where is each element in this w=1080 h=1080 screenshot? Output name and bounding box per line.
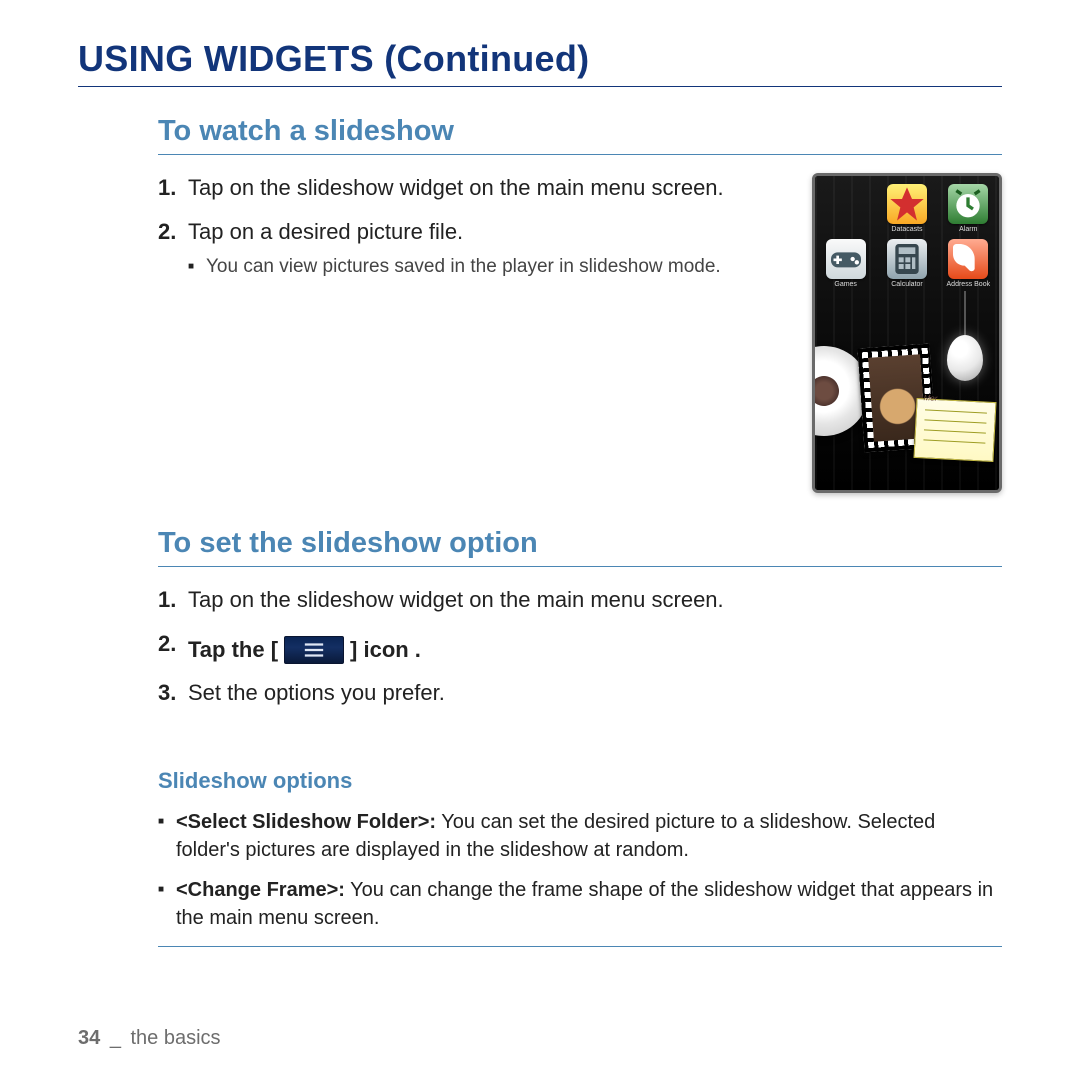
star-icon bbox=[887, 184, 927, 224]
section-set-title: To set the slideshow option bbox=[158, 527, 1002, 567]
gamepad-icon bbox=[826, 239, 866, 279]
watch-step-1: Tap on the slideshow widget on the main … bbox=[158, 173, 788, 203]
footer-sep: _ bbox=[110, 1027, 121, 1049]
watch-step-2-text: Tap on a desired picture file. bbox=[188, 219, 463, 244]
device-app-datacasts-label: Datacasts bbox=[891, 226, 922, 233]
content-container: To watch a slideshow Tap on the slidesho… bbox=[78, 115, 1002, 947]
device-app-games-label: Games bbox=[834, 281, 857, 288]
device-app-grid: Datacasts Alarm Games bbox=[815, 184, 999, 288]
device-app-alarm-label: Alarm bbox=[959, 226, 977, 233]
options-divider bbox=[158, 946, 1002, 947]
set-step-3: Set the options you prefer. bbox=[158, 678, 1002, 708]
options-list: <Select Slideshow Folder>: You can set t… bbox=[158, 808, 1002, 932]
addressbook-icon bbox=[948, 239, 988, 279]
device-app-addressbook: Address Book bbox=[941, 239, 995, 288]
option-select-folder-name: <Select Slideshow Folder>: bbox=[176, 811, 436, 833]
set-step-2-before: Tap the [ bbox=[188, 635, 278, 665]
watch-step-1-text: Tap on the slideshow widget on the main … bbox=[188, 175, 724, 200]
section-watch-text: Tap on the slideshow widget on the main … bbox=[158, 173, 788, 493]
footer-label: the basics bbox=[131, 1027, 221, 1049]
section-watch-title: To watch a slideshow bbox=[158, 115, 1002, 155]
alarm-icon bbox=[948, 184, 988, 224]
menu-icon bbox=[284, 636, 344, 664]
memo-tag: Mer bbox=[923, 393, 937, 403]
device-illustration: Datacasts Alarm Games bbox=[812, 173, 1002, 493]
device-app-addressbook-label: Address Book bbox=[947, 281, 991, 288]
set-step-2: Tap the [ ] icon. bbox=[158, 629, 1002, 665]
device-app-datacasts: Datacasts bbox=[880, 184, 934, 233]
watch-step-2-sub-1: You can view pictures saved in the playe… bbox=[188, 254, 788, 280]
set-step-2-after: ] icon bbox=[350, 635, 409, 665]
calculator-icon bbox=[887, 239, 927, 279]
option-change-frame: <Change Frame>: You can change the frame… bbox=[158, 876, 1002, 932]
set-step-3-text: Set the options you prefer. bbox=[188, 680, 445, 705]
set-step-1-text: Tap on the slideshow widget on the main … bbox=[188, 587, 724, 612]
device-app-calculator: Calculator bbox=[880, 239, 934, 288]
device-app-games: Games bbox=[819, 239, 873, 288]
watch-step-2-sublist: You can view pictures saved in the playe… bbox=[188, 254, 788, 280]
page-footer: 34 _ the basics bbox=[78, 1027, 221, 1050]
watch-step-2: Tap on a desired picture file. You can v… bbox=[158, 217, 788, 280]
memo-widget: Mer bbox=[913, 398, 996, 462]
section-watch-row: Tap on the slideshow widget on the main … bbox=[158, 173, 1002, 493]
page-title: USING WIDGETS (Continued) bbox=[78, 38, 1002, 87]
option-select-folder: <Select Slideshow Folder>: You can set t… bbox=[158, 808, 1002, 864]
options-title: Slideshow options bbox=[158, 768, 1002, 794]
set-steps-list: Tap on the slideshow widget on the main … bbox=[158, 585, 1002, 708]
lightbulb-icon bbox=[945, 291, 985, 381]
device-app-calculator-label: Calculator bbox=[891, 281, 923, 288]
device-app-alarm: Alarm bbox=[941, 184, 995, 233]
watch-steps-list: Tap on the slideshow widget on the main … bbox=[158, 173, 788, 280]
option-change-frame-name: <Change Frame>: bbox=[176, 879, 345, 901]
page-number: 34 bbox=[78, 1027, 100, 1049]
set-step-1: Tap on the slideshow widget on the main … bbox=[158, 585, 1002, 615]
